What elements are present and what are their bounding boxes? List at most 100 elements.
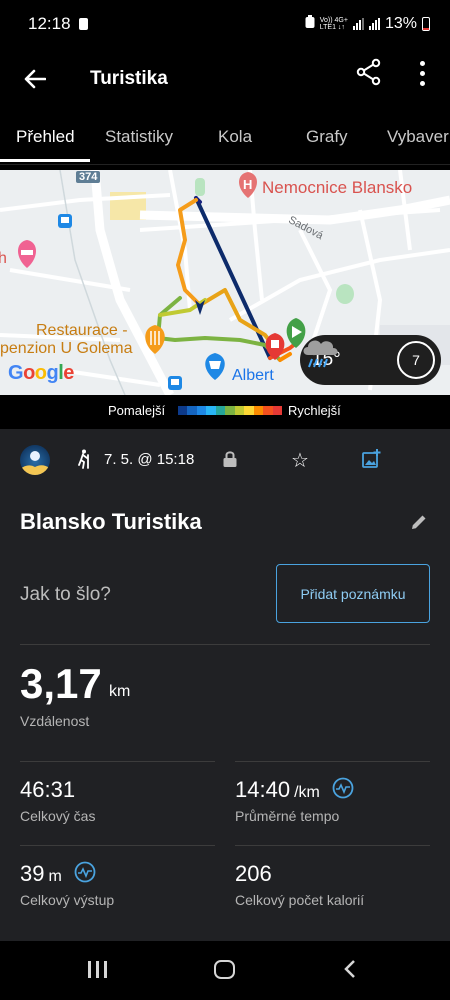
ascent-unit: m — [48, 868, 62, 885]
speed-slower-label: Pomalejší — [108, 403, 166, 418]
speed-gradient-segment — [244, 406, 254, 415]
wind-indicator: 7 — [397, 341, 435, 379]
ascent-label: Celkový výstup — [20, 892, 115, 908]
add-photo-icon[interactable] — [361, 449, 381, 474]
map-park-2 — [195, 178, 205, 196]
speed-gradient-segment — [234, 406, 245, 415]
avg-pace-value: 14:40/km — [235, 777, 354, 805]
speed-gradient-segment — [263, 406, 273, 415]
divider — [20, 845, 215, 846]
arrow-left-icon — [24, 69, 46, 89]
more-options-button[interactable] — [412, 58, 432, 88]
avg-pace-number: 14:40 — [235, 777, 291, 802]
google-logo-letter: o — [34, 362, 47, 384]
divider — [235, 761, 430, 762]
share-icon — [356, 58, 381, 86]
speed-gradient-segment — [225, 406, 235, 415]
more-vert-icon — [419, 60, 425, 66]
google-logo-letter: o — [23, 362, 35, 384]
total-time-value: 46:31 — [20, 777, 76, 802]
speed-faster-label: Rychlejší — [288, 403, 341, 418]
network-type-top: Vo)) 4G+ — [319, 17, 348, 24]
tab-prehled[interactable]: Přehled — [16, 127, 75, 147]
activity-title: Blansko Turistika — [20, 509, 202, 534]
google-logo-letter: e — [63, 362, 74, 384]
distance-unit: km — [109, 683, 131, 700]
store-label: Albert — [232, 367, 274, 384]
sim-card-icon — [78, 18, 88, 30]
tab-kola[interactable]: Kola — [218, 127, 252, 147]
restaurant-label: Restaurace - penzion U Golema — [0, 322, 133, 358]
status-indicators: Vo)) 4G+ LTE1 ↓↑ 13% — [305, 14, 430, 34]
speed-gradient-segment — [187, 406, 197, 415]
restaurant-label-line-2: penzion U Golema — [0, 340, 133, 357]
tab-grafy[interactable]: Grafy — [306, 127, 348, 147]
hotel-pin-icon — [18, 240, 36, 268]
weather-widget[interactable]: 15° 7 — [300, 335, 441, 385]
speed-gradient — [178, 406, 282, 415]
back-button[interactable] — [18, 62, 52, 96]
home-button[interactable] — [214, 960, 235, 979]
privacy-lock-icon[interactable] — [222, 450, 238, 473]
calories-label: Celkový počet kalorií — [235, 892, 365, 908]
ascent-number: 39 — [20, 861, 45, 886]
favorite-star-icon[interactable]: ☆ — [291, 448, 309, 473]
divider — [235, 845, 430, 846]
avatar[interactable] — [20, 445, 50, 475]
battery-icon — [422, 17, 430, 31]
how-did-it-go-label: Jak to šlo? — [20, 584, 111, 605]
pulse-chart-icon[interactable] — [332, 777, 354, 805]
road-number-label: 374 — [76, 171, 101, 183]
avg-pace-label: Průměrné tempo — [235, 808, 340, 824]
page-title: Turistika — [90, 68, 168, 89]
speed-gradient-segment — [272, 406, 282, 415]
hiking-icon — [76, 449, 92, 474]
tab-statistiky[interactable]: Statistiky — [105, 127, 173, 147]
recent-apps-button[interactable] — [88, 961, 107, 978]
route-map[interactable]: H 374 Nemocnice Blansko Sadová h Restaur… — [0, 170, 450, 395]
speed-legend: Pomalejší Rychlejší — [0, 395, 450, 429]
system-nav-bar — [0, 941, 450, 1000]
activity-meta-row: 7. 5. @ 15:18 ☆ — [0, 445, 450, 477]
wind-speed: 7 — [412, 352, 420, 368]
distance-value: 3,17 — [20, 660, 102, 707]
google-logo-letter: g — [46, 362, 59, 384]
google-logo: Google — [8, 362, 74, 385]
hospital-label: Nemocnice Blansko — [262, 178, 413, 197]
speed-gradient-segment — [215, 406, 226, 415]
ascent-value: 39 m — [20, 861, 96, 889]
app-bar: Turistika — [0, 48, 450, 110]
shopping-pin-icon — [205, 353, 225, 380]
signal-icon-2 — [368, 18, 380, 30]
google-logo-letter: G — [8, 362, 24, 384]
edit-pencil-icon[interactable] — [410, 513, 428, 536]
distance-label: Vzdálenost — [20, 713, 90, 729]
silent-mode-icon — [305, 14, 315, 34]
speed-gradient-segment — [253, 406, 264, 415]
divider — [20, 644, 430, 645]
activity-panel: 7. 5. @ 15:18 ☆ Blansko Turistika Jak to… — [0, 429, 450, 941]
status-time: 12:18 — [28, 14, 71, 33]
network-type-bottom: LTE1 ↓↑ — [319, 24, 345, 31]
svg-text:H: H — [243, 177, 252, 192]
chevron-left-icon — [344, 960, 355, 978]
restaurant-label-line-1: Restaurace - — [36, 322, 128, 339]
share-button[interactable] — [355, 58, 385, 88]
nav-back-button[interactable] — [343, 959, 357, 984]
signal-icon — [352, 18, 364, 30]
add-note-button[interactable]: Přidat poznámku — [276, 564, 430, 623]
avg-pace-unit: /km — [294, 784, 320, 801]
speed-gradient-segment — [196, 406, 207, 415]
calories-value: 206 — [235, 861, 272, 886]
active-tab-indicator — [0, 159, 90, 162]
total-time-label: Celkový čas — [20, 808, 96, 824]
speed-gradient-segment — [206, 406, 216, 415]
activity-date: 7. 5. @ 15:18 — [104, 451, 195, 468]
battery-percent: 13% — [384, 15, 417, 32]
pulse-chart-icon[interactable] — [74, 861, 96, 889]
speed-gradient-segment — [178, 406, 188, 415]
avatar-image — [20, 451, 50, 475]
hospital-pin-icon: H — [239, 172, 257, 198]
tab-vybaveni[interactable]: Vybaver — [387, 127, 449, 147]
divider — [20, 761, 215, 762]
